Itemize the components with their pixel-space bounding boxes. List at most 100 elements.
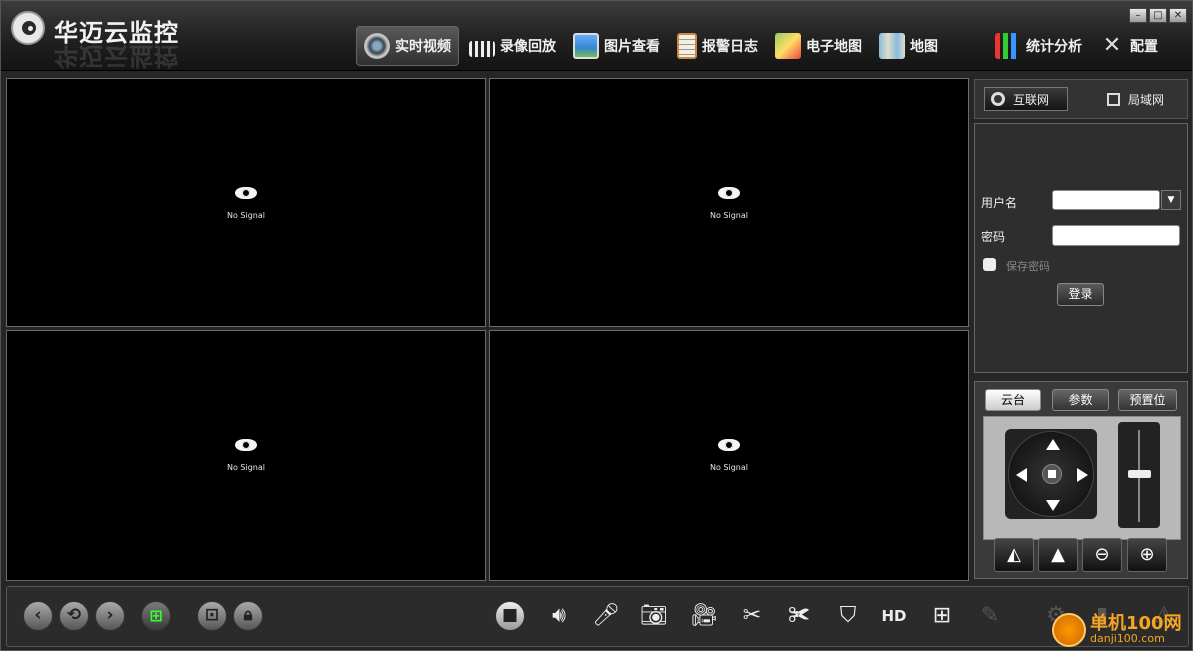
shield-icon[interactable]: ⛉ [831,600,865,634]
watermark: 单机100网 danji100.com [1052,599,1192,649]
eye-icon [718,439,740,451]
stop-playback-icon[interactable]: ■ [495,601,525,631]
zoom-in-button[interactable]: ⊕ [1127,538,1167,572]
nav-playback[interactable]: 录像回放 [462,26,563,66]
tab-internet-label: 互联网 [1013,92,1050,107]
watermark-logo-icon [1052,613,1086,647]
username-input[interactable] [1052,190,1160,210]
tab-lan[interactable]: 局域网 [1101,87,1181,111]
no-signal-label: No Signal [227,211,265,220]
slider-thumb[interactable] [1128,470,1151,478]
map-icon [879,33,905,59]
tab-preset[interactable]: 预置位 [1118,389,1177,411]
ptz-controls [983,416,1181,540]
nav-label: 配置 [1130,39,1158,55]
nav-label: 图片查看 [604,39,660,55]
eye-icon [718,187,740,199]
ptz-panel: 云台 参数 预置位 ◭ ▲ ⊖ ⊕ [974,381,1188,579]
direction-pad [1005,429,1097,519]
zoom-out-icon: ⊖ [1094,544,1110,565]
focus-far-button[interactable]: ▲ [1038,538,1078,572]
video-cell-4[interactable]: No Signal [489,330,969,581]
arrow-right-icon[interactable] [1077,468,1088,482]
arrow-up-icon[interactable] [1046,439,1060,450]
zoom-out-button[interactable]: ⊖ [1082,538,1122,572]
chevron-down-icon[interactable]: ▼ [1161,190,1181,210]
pen-icon[interactable]: ✎ [973,600,1007,634]
watermark-url: danji100.com [1090,632,1165,645]
nav-alarm-log[interactable]: 报警日志 [670,26,765,66]
volume-icon[interactable]: 🔊︎ [542,600,576,634]
nav-map[interactable]: 地图 [872,26,945,66]
nav-live-video[interactable]: 实时视频 [356,26,459,66]
bottom-toolbar: ‹ ⟲ › ⊞ ⊡ 🔒︎ ■ 🔊︎ 🎤︎ 📷︎ 🎥︎ ✂ ✀ ⛉ HD ⊞ ✎ … [6,586,1189,647]
nav-label: 统计分析 [1026,39,1082,55]
app-window: 华迈云监控 华迈云监控 实时视频 录像回放 图片查看 报警日志 电子地图 地图 … [0,0,1193,651]
video-cell-3[interactable]: No Signal [6,330,486,581]
mountain-large-icon: ▲ [1051,544,1065,565]
layout-grid-icon[interactable]: ⊞ [141,601,171,631]
login-button[interactable]: 登录 [1057,283,1104,306]
arrow-down-icon[interactable] [1046,500,1060,511]
window-controls: – □ ✕ [1127,8,1187,23]
app-logo-icon [11,11,45,45]
nav-config[interactable]: ✕ 配置 [1092,26,1165,66]
nav-emap[interactable]: 电子地图 [768,26,869,66]
maximize-icon[interactable]: □ [1149,8,1167,23]
tab-internet[interactable]: 互联网 [984,87,1068,111]
main-nav: 实时视频 录像回放 图片查看 报警日志 电子地图 地图 统计分析 ✕ 配置 [356,25,1168,67]
eye-icon [235,187,257,199]
no-signal-label: No Signal [710,211,748,220]
nav-label: 录像回放 [500,39,556,55]
tools-icon: ✕ [1102,33,1122,58]
arrow-left-icon[interactable] [1016,468,1027,482]
video-cell-2[interactable]: No Signal [489,78,969,327]
record-video-icon[interactable]: 🎥︎ [687,600,721,634]
cut-screen-icon[interactable]: ✀ [782,600,816,634]
map-pin-icon [775,33,801,59]
cut-clip-icon[interactable]: ✂ [735,600,769,634]
video-grid: No Signal No Signal No Signal No Signal [6,78,969,581]
minimize-icon[interactable]: – [1129,8,1147,23]
globe-icon [991,92,1005,106]
nav-label: 报警日志 [702,39,758,55]
zoom-in-icon: ⊕ [1139,544,1155,565]
lan-icon [1107,92,1120,106]
tab-lan-label: 局域网 [1128,92,1165,107]
close-icon[interactable]: ✕ [1169,8,1187,23]
app-title-reflection: 华迈云监控 [54,42,179,70]
network-tabs: 互联网 局域网 [974,79,1188,119]
nav-label: 地图 [910,39,938,55]
fullscreen-icon[interactable]: ⊡ [197,601,227,631]
picture-icon [573,33,599,59]
tab-params[interactable]: 参数 [1052,389,1109,411]
clipboard-icon [677,33,697,59]
login-panel: 用户名 ▼ 密码 保存密码 登录 [974,123,1188,373]
focus-near-button[interactable]: ◭ [994,538,1034,572]
speed-slider[interactable] [1118,422,1160,528]
next-icon[interactable]: › [95,601,125,631]
save-password-checkbox[interactable] [983,258,996,271]
nav-statistics[interactable]: 统计分析 [988,26,1089,66]
cycle-icon[interactable]: ⟲ [59,601,89,631]
tab-ptz[interactable]: 云台 [985,389,1041,411]
video-cell-1[interactable]: No Signal [6,78,486,327]
snapshot-camera-icon[interactable]: 📷︎ [637,600,671,634]
nav-pictures[interactable]: 图片查看 [566,26,667,66]
lock-icon[interactable]: 🔒︎ [233,601,263,631]
camera-icon [364,33,390,59]
nav-label: 电子地图 [806,39,862,55]
password-input[interactable] [1052,225,1180,246]
nav-label: 实时视频 [395,39,451,55]
hd-icon[interactable]: HD [877,600,911,634]
eye-icon [235,439,257,451]
prev-icon[interactable]: ‹ [23,601,53,631]
microphone-icon[interactable]: 🎤︎ [589,600,623,634]
title-bar: 华迈云监控 华迈云监控 实时视频 录像回放 图片查看 报警日志 电子地图 地图 … [1,1,1192,71]
add-screen-icon[interactable]: ⊞ [925,600,959,634]
username-label: 用户名 [981,196,1018,210]
stop-icon[interactable] [1042,464,1062,484]
password-label: 密码 [981,230,1006,244]
dpad-ring [1008,431,1094,517]
no-signal-label: No Signal [227,463,265,472]
